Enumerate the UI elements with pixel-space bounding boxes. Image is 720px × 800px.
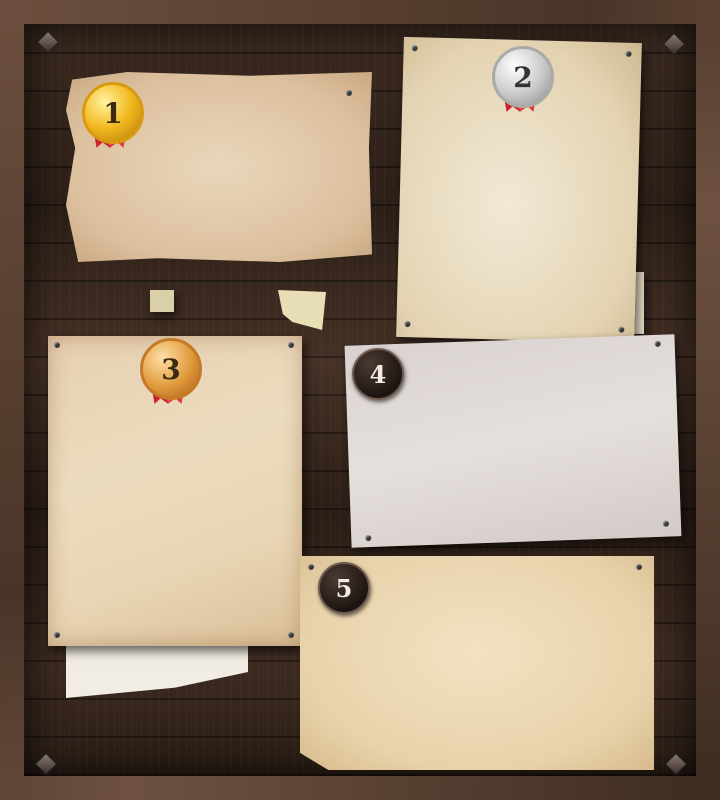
paper-scrap: [150, 290, 174, 312]
pin-icon: [625, 50, 632, 57]
pin-icon: [404, 321, 411, 328]
pin-icon: [636, 564, 642, 570]
pin-icon: [308, 564, 314, 570]
pin-icon: [365, 535, 372, 542]
pin-icon: [654, 340, 661, 347]
bronze-medal-icon: 3: [138, 338, 202, 418]
rank-4-badge: 4: [352, 348, 404, 400]
rank-1-label: 1: [82, 82, 144, 144]
pin-icon: [662, 520, 670, 527]
pin-icon: [411, 45, 418, 52]
rank-2-label: 2: [492, 46, 554, 108]
pin-icon: [288, 342, 294, 348]
pin-icon: [618, 326, 625, 333]
pin-icon: [54, 632, 60, 638]
rank-3-label: 3: [140, 338, 202, 400]
pin-icon: [346, 90, 352, 96]
pin-icon: [288, 632, 294, 638]
rank-5-badge: 5: [318, 562, 370, 614]
gold-medal-icon: 1: [80, 82, 144, 162]
pin-icon: [54, 342, 60, 348]
silver-medal-icon: 2: [490, 46, 554, 126]
